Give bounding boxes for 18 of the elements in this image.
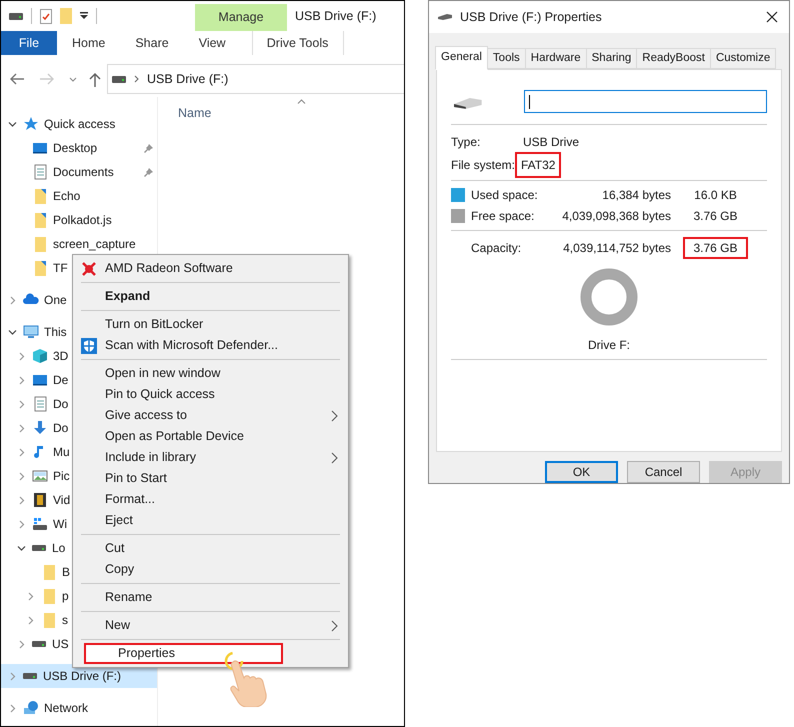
space-size: 16.0 KB [693, 186, 738, 204]
dialog-title: USB Drive (F:) Properties [460, 8, 602, 26]
capacity-label: Capacity: [471, 240, 522, 257]
file-system-value: FAT32 [517, 154, 560, 176]
capacity-size: 3.76 GB [683, 236, 748, 259]
space-label: Free space: [471, 208, 536, 225]
drive-label: Drive F: [588, 336, 630, 354]
type-label: Type: [451, 134, 482, 151]
space-bytes: 4,039,098,368 bytes [561, 208, 671, 225]
type-value: USB Drive [523, 134, 580, 151]
space-bytes: 16,384 bytes [601, 186, 671, 204]
file-system-label: File system: [451, 156, 516, 174]
space-size: 3.76 GB [692, 208, 739, 225]
contextual-tab-group: Manage [195, 4, 287, 31]
address-path: USB Drive (F:) [147, 70, 228, 88]
capacity-bytes: 4,039,114,752 bytes [562, 240, 671, 257]
window-title: USB Drive (F:) [295, 8, 376, 25]
space-label: Used space: [471, 186, 539, 204]
